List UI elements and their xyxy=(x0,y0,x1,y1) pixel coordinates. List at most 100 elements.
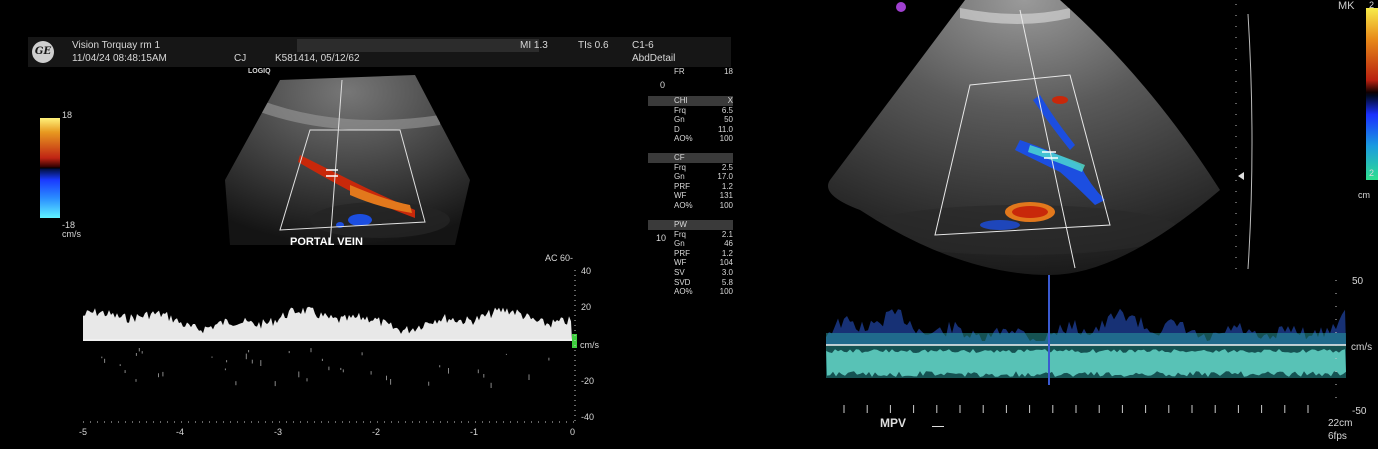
right-scale-unit: cm xyxy=(1358,190,1370,200)
depth-readout: 22cm xyxy=(1328,418,1353,429)
param-label: AO% xyxy=(674,200,693,210)
doppler-noise-mark xyxy=(101,356,103,359)
param-value: 18 xyxy=(724,67,733,76)
right-spectral-doppler xyxy=(826,275,1346,413)
doppler-noise-mark xyxy=(448,368,449,374)
doppler-noise-mark xyxy=(298,371,300,378)
param-label: Frq xyxy=(674,229,686,239)
doppler-noise-mark xyxy=(361,352,363,356)
param-value: 6.5 xyxy=(721,105,733,115)
param-label: Frq xyxy=(674,105,686,115)
param-label: Gn xyxy=(674,239,685,249)
param-label: CHI xyxy=(674,96,688,105)
left-spectral-doppler xyxy=(83,270,577,425)
x-tick: -1 xyxy=(470,427,479,437)
left-ultrasound-image xyxy=(225,75,470,246)
right-color-scale xyxy=(1366,8,1378,180)
probe-name: C1-6 xyxy=(632,40,654,51)
param-label: D xyxy=(674,124,680,134)
right-depth-scale xyxy=(1235,4,1253,274)
param-label: PW xyxy=(674,220,687,229)
ge-logo-icon: GE xyxy=(32,41,54,63)
param-label: SV xyxy=(674,267,685,277)
doppler-noise-mark xyxy=(477,369,479,374)
doppler-noise-mark xyxy=(226,360,228,363)
param-value: X xyxy=(727,96,733,105)
param-value: 3.0 xyxy=(721,267,733,277)
portal-vein-label: PORTAL VEIN xyxy=(290,236,363,248)
right-vel-unit: cm/s xyxy=(1351,342,1373,353)
tis-index: TIs 0.6 xyxy=(578,40,609,51)
param-value: 2.5 xyxy=(721,162,733,172)
right-scale-bottom: 2 xyxy=(1369,168,1375,178)
preset-name: AbdDetail xyxy=(632,53,676,64)
doppler-noise-mark xyxy=(428,381,430,386)
doppler-noise-mark xyxy=(328,366,330,371)
corner-label: MK xyxy=(1338,0,1355,12)
doppler-noise-mark xyxy=(135,353,137,356)
doppler-noise-mark xyxy=(141,351,143,354)
param-value: 5.8 xyxy=(721,277,733,287)
doppler-noise-mark xyxy=(528,374,530,380)
doppler-noise-mark xyxy=(251,359,253,364)
right-ultrasound-image xyxy=(828,0,1220,275)
x-tick: -2 xyxy=(372,427,381,437)
param-value: 100 xyxy=(719,200,733,210)
doppler-noise-mark xyxy=(340,367,342,370)
doppler-noise-mark xyxy=(548,357,550,361)
param-label: Gn xyxy=(674,172,685,182)
param-label: Gn xyxy=(674,115,685,125)
param-value: 11.0 xyxy=(718,124,733,134)
mpv-label: MPV xyxy=(880,416,907,430)
scale-top-label: 18 xyxy=(62,110,73,120)
param-group-chi: CHI X Frq 6.5 Gn 50 D 11.0 AO% 100 xyxy=(648,96,733,144)
frame-rate-readout: 6fps xyxy=(1328,431,1347,442)
param-label: WF xyxy=(674,258,687,268)
x-tick: -4 xyxy=(176,427,185,437)
doppler-noise-mark xyxy=(135,379,137,382)
ac-label: AC 60- xyxy=(545,253,574,263)
doppler-noise-mark xyxy=(211,356,213,358)
right-scale-top: 2 xyxy=(1369,0,1375,10)
param-label: SVD xyxy=(674,277,691,287)
doppler-noise-mark xyxy=(505,353,507,355)
doppler-noise-mark xyxy=(439,365,441,368)
y-tick-20: 20 xyxy=(581,302,592,312)
mi-index: MI 1.3 xyxy=(520,40,548,51)
param-group-pw: PW Frq 2.1 Gn 46 PRF 1.2 WF 104 SV 3.0 SVD 5.8… xyxy=(648,220,733,297)
depth-mark-0: 0 xyxy=(660,80,666,90)
doppler-noise-mark xyxy=(224,368,226,371)
doppler-noise-mark xyxy=(306,378,308,382)
param-value: 46 xyxy=(724,239,733,249)
exam-datetime: 11/04/24 08:48:15AM xyxy=(72,53,167,64)
y-tick-minus40: -40 xyxy=(581,412,595,422)
param-label: PRF xyxy=(674,181,690,191)
param-value: 100 xyxy=(719,134,733,144)
param-label: CF xyxy=(674,153,685,162)
orientation-marker-icon xyxy=(896,2,906,12)
param-panel: FR 18 xyxy=(648,67,733,77)
param-value: 2.1 xyxy=(721,229,733,239)
param-value: 1.2 xyxy=(721,181,733,191)
doppler-noise-mark xyxy=(288,351,290,354)
param-value: 1.2 xyxy=(721,248,733,258)
param-value: 131 xyxy=(719,191,733,201)
doppler-noise-mark xyxy=(124,370,126,373)
right-vel-top: 50 xyxy=(1352,276,1364,287)
param-group-cf: CF Frq 2.5 Gn 17.0 PRF 1.2 WF 131 AO% 100 xyxy=(648,153,733,211)
doppler-noise-mark xyxy=(490,382,492,388)
param-label: AO% xyxy=(674,134,693,144)
doppler-noise-mark xyxy=(483,374,485,378)
scale-unit-label: cm/s xyxy=(62,229,81,239)
cursor-underscore xyxy=(932,426,944,427)
param-label: AO% xyxy=(674,287,693,297)
doppler-noise-mark xyxy=(260,360,262,366)
param-value: 104 xyxy=(719,258,733,268)
site-name: Vision Torquay rm 1 xyxy=(72,40,161,51)
param-label: Frq xyxy=(674,162,686,172)
color-velocity-scale xyxy=(40,118,60,218)
x-tick: -3 xyxy=(274,427,283,437)
doppler-noise-mark xyxy=(162,371,164,377)
x-tick: -5 xyxy=(79,427,88,437)
doppler-noise-mark xyxy=(104,358,106,363)
